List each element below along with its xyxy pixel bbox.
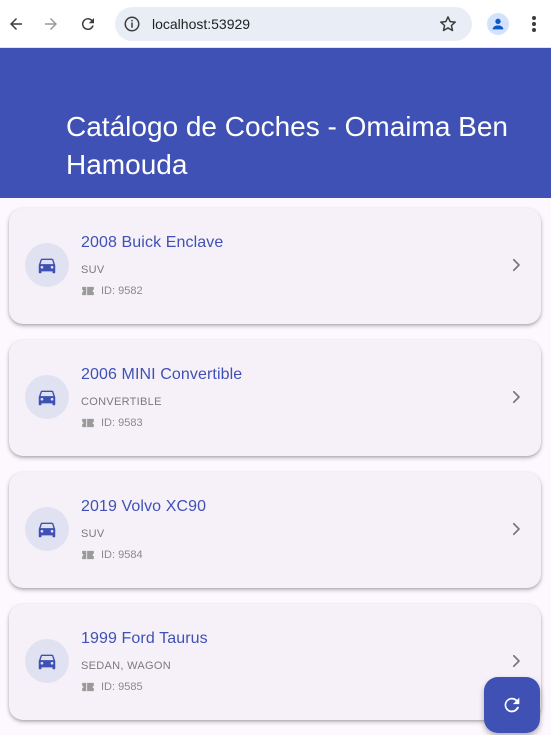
car-icon [38, 522, 56, 538]
car-card[interactable]: 2019 Volvo XC90 SUV ID: 9584 [9, 472, 541, 588]
car-type: CONVERTIBLE [81, 396, 162, 408]
browser-toolbar: localhost:53929 [0, 0, 551, 48]
car-title: 1999 Ford Taurus [81, 630, 208, 647]
car-avatar [25, 375, 69, 419]
ticket-icon [82, 286, 94, 296]
forward-button[interactable] [37, 10, 65, 38]
car-id: ID: 9585 [101, 681, 143, 693]
car-icon [38, 390, 56, 406]
ticket-icon [82, 550, 94, 560]
chevron-right-icon[interactable] [507, 520, 525, 538]
person-icon [492, 18, 504, 30]
car-type: SUV [81, 528, 105, 540]
ticket-icon [82, 682, 94, 692]
car-type: SEDAN, WAGON [81, 660, 171, 672]
back-button[interactable] [2, 10, 30, 38]
car-icon [38, 258, 56, 274]
car-id-row: ID: 9585 [81, 681, 143, 693]
car-type: SUV [81, 264, 105, 276]
car-icon [38, 654, 56, 670]
car-id: ID: 9583 [101, 417, 143, 429]
car-card[interactable]: 2008 Buick Enclave SUV ID: 9582 [9, 208, 541, 324]
car-id: ID: 9584 [101, 549, 143, 561]
info-icon[interactable] [123, 15, 141, 33]
car-card[interactable]: 1999 Ford Taurus SEDAN, WAGON ID: 9585 [9, 604, 541, 720]
car-title: 2006 MINI Convertible [81, 366, 243, 383]
chevron-right-icon[interactable] [507, 388, 525, 406]
chevron-right-icon[interactable] [507, 652, 525, 670]
reload-button[interactable] [74, 10, 102, 38]
refresh-icon [504, 697, 520, 713]
ticket-icon [82, 418, 94, 428]
car-title: 2008 Buick Enclave [81, 234, 224, 251]
car-avatar [25, 243, 69, 287]
car-avatar [25, 507, 69, 551]
more-vert-icon[interactable] [525, 12, 543, 36]
star-icon[interactable] [438, 14, 458, 34]
profile-button[interactable] [487, 13, 509, 35]
car-id: ID: 9582 [101, 285, 143, 297]
arrow-forward-icon [45, 18, 57, 30]
url-text[interactable]: localhost:53929 [152, 16, 250, 32]
address-bar[interactable]: localhost:53929 [115, 7, 472, 41]
page-title: Catálogo de Coches - Omaima Ben Hamouda [66, 111, 508, 180]
car-id-row: ID: 9583 [81, 417, 143, 429]
arrow-back-icon [10, 18, 22, 30]
car-list: 2008 Buick Enclave SUV ID: 9582 2006 MIN… [0, 198, 551, 735]
car-id-row: ID: 9584 [81, 549, 143, 561]
reload-icon [81, 18, 94, 31]
chevron-right-icon[interactable] [507, 256, 525, 274]
car-title: 2019 Volvo XC90 [81, 498, 207, 515]
car-avatar [25, 639, 69, 683]
refresh-button[interactable] [484, 677, 540, 733]
car-id-row: ID: 9582 [81, 285, 143, 297]
car-card[interactable]: 2006 MINI Convertible CONVERTIBLE ID: 95… [9, 340, 541, 456]
